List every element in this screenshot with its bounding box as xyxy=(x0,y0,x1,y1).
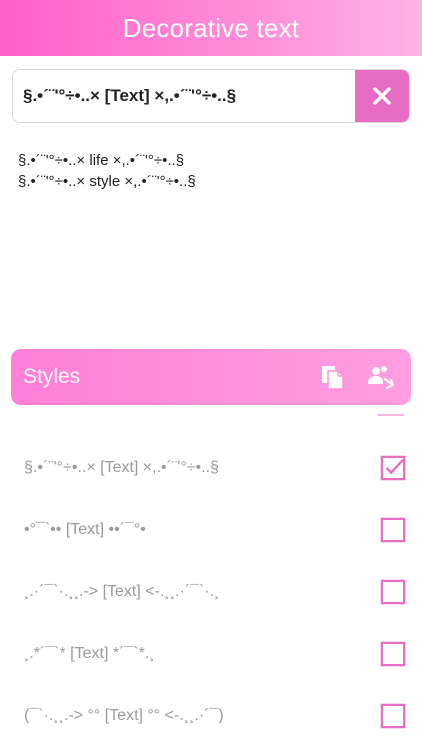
style-checkbox-checked[interactable] xyxy=(380,455,406,481)
styles-title: Styles xyxy=(23,365,81,388)
unchecked-checkbox-icon xyxy=(380,703,406,729)
style-checkbox[interactable] xyxy=(380,641,406,667)
style-row[interactable]: (¯`·.¸¸.-> °° [Text] °° <-.¸¸.·´¯) xyxy=(0,685,422,747)
style-checkbox[interactable] xyxy=(380,517,406,543)
share-button[interactable] xyxy=(363,360,397,394)
page-title: Decorative text xyxy=(122,12,300,43)
app-header: Decorative text xyxy=(0,0,422,56)
close-icon xyxy=(373,87,391,105)
unchecked-checkbox-icon xyxy=(380,579,406,605)
unchecked-checkbox-icon xyxy=(380,517,406,543)
style-checkbox[interactable] xyxy=(380,703,406,729)
style-text: §.•´¨'°÷•..× [Text] ×,.•´¨'°÷•..§ xyxy=(24,459,219,476)
style-checkbox[interactable] xyxy=(380,579,406,605)
text-input-value[interactable]: §.•´¨'°÷•..× [Text] ×,.•´¨'°÷•..§ xyxy=(13,70,355,122)
unchecked-checkbox-icon xyxy=(380,641,406,667)
style-text: ¸.*´¯`* [Text] *´¯`*.¸ xyxy=(24,645,155,662)
copy-button[interactable] xyxy=(315,360,349,394)
style-text: (¯`·.¸¸.-> °° [Text] °° <-.¸¸.·´¯) xyxy=(24,707,224,724)
style-row[interactable]: ¸.·´¯`·.¸¸.-> [Text] <-.¸¸.·´¯`·.¸ xyxy=(0,561,422,623)
style-row[interactable]: ¸.*´¯`* [Text] *´¯`*.¸ xyxy=(0,623,422,685)
style-text: •°¯`•• [Text] ••´¯°• xyxy=(24,521,146,538)
copy-icon xyxy=(322,366,344,390)
checked-checkbox-icon xyxy=(380,455,406,481)
style-text: ¸.·´¯`·.¸¸.-> [Text] <-.¸¸.·´¯`·.¸ xyxy=(24,583,220,600)
output-line: §.•´¨'°÷•..× style ×,.•´¨'°÷•..§ xyxy=(18,173,196,190)
styles-bar: Styles xyxy=(11,349,411,405)
style-row[interactable]: •°¯`•• [Text] ••´¯°• xyxy=(0,499,422,561)
style-row[interactable]: §.•´¨'°÷•..× [Text] ×,.•´¨'°÷•..§ xyxy=(0,437,422,499)
output-line: §.•´¨'°÷•..× life ×,.•´¨'°÷•..§ xyxy=(18,152,185,169)
list-top-divider xyxy=(378,414,404,416)
clear-button[interactable] xyxy=(355,70,409,122)
output-text: §.•´¨'°÷•..× life ×,.•´¨'°÷•..§ §.•´¨'°÷… xyxy=(18,150,196,192)
text-input-field[interactable]: §.•´¨'°÷•..× [Text] ×,.•´¨'°÷•..§ xyxy=(12,69,410,123)
share-icon xyxy=(368,366,395,389)
styles-list: §.•´¨'°÷•..× [Text] ×,.•´¨'°÷•..§ •°¯`••… xyxy=(0,437,422,747)
